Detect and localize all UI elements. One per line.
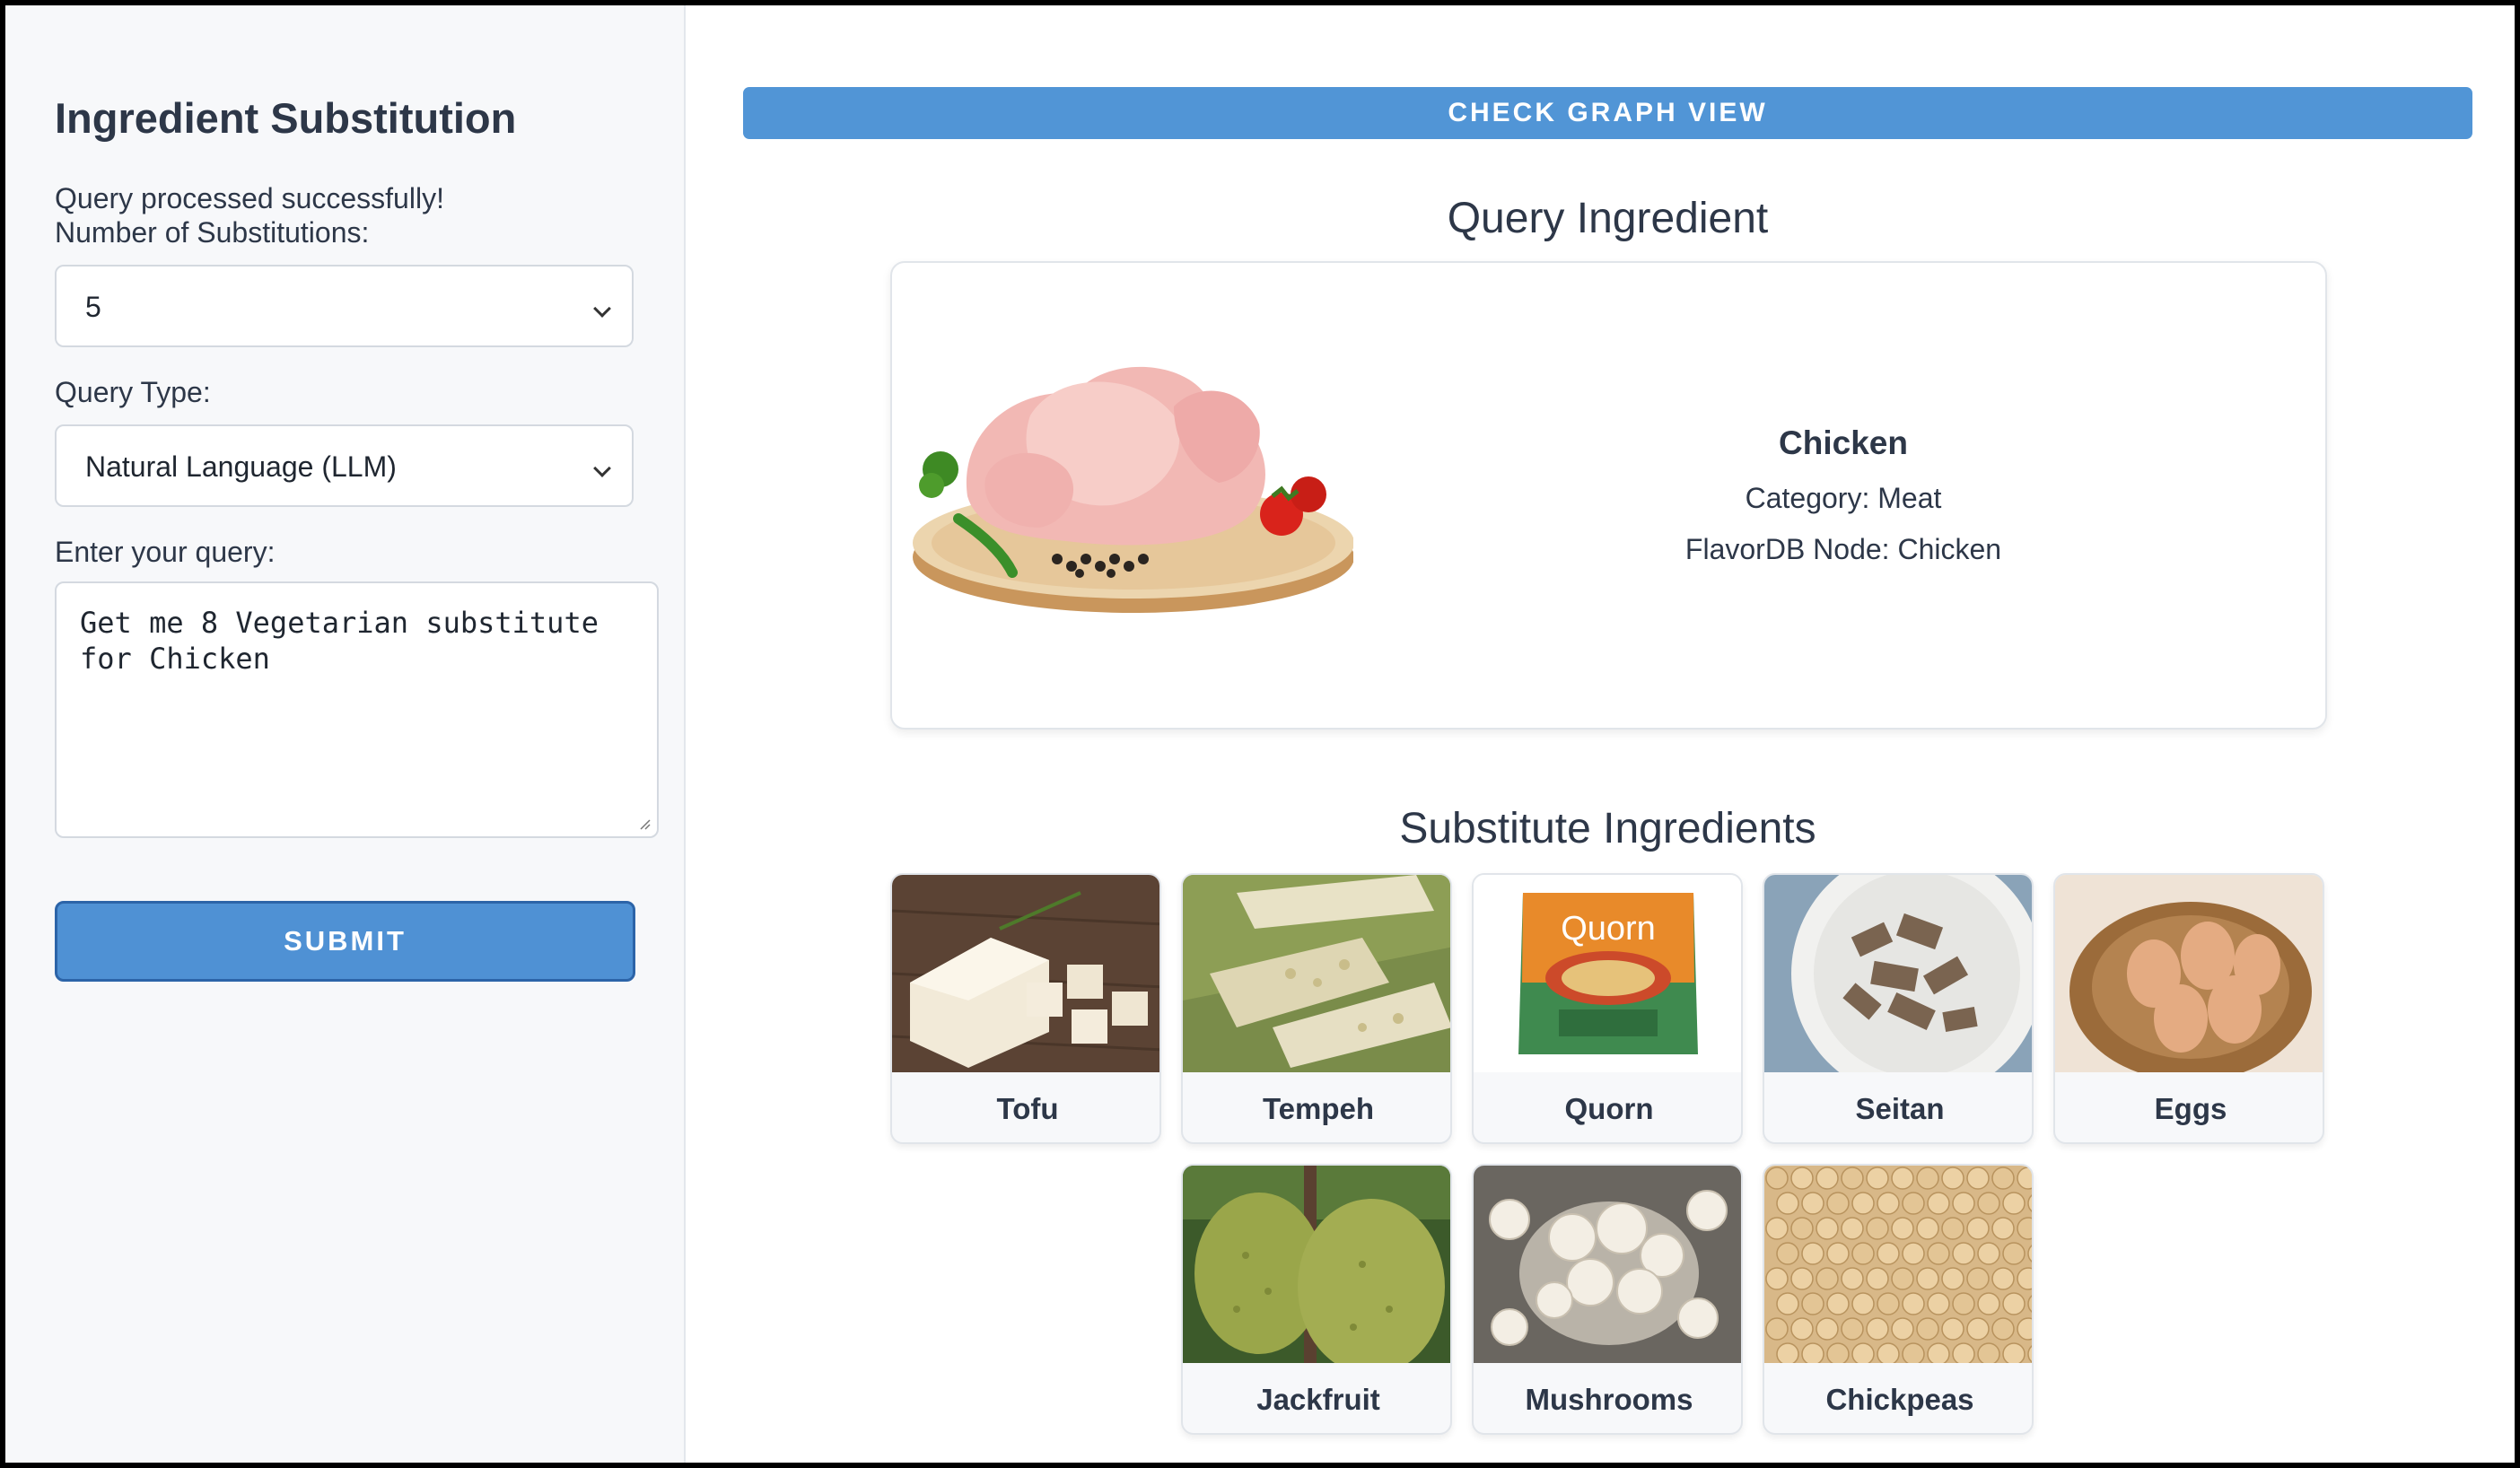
substitute-name: Chickpeas xyxy=(1825,1383,1974,1416)
query-textarea[interactable]: Get me 8 Vegetarian substitute for Chick… xyxy=(55,581,659,838)
substitute-card-seitan[interactable]: Seitan xyxy=(1763,873,2034,1144)
query-type-value: Natural Language (LLM) xyxy=(85,450,397,483)
substitute-name: Tofu xyxy=(996,1092,1059,1125)
chickpeas-image xyxy=(1764,1166,2032,1363)
substitute-name: Tempeh xyxy=(1262,1092,1375,1125)
tofu-image xyxy=(892,875,1159,1072)
eggs-image xyxy=(2055,875,2323,1072)
query-ingredient-info: Chicken Category: Meat FlavorDB Node: Ch… xyxy=(1655,424,2032,584)
quorn-image: Quorn xyxy=(1474,875,1741,1072)
substitute-card-jackfruit[interactable]: Jackfruit xyxy=(1181,1164,1452,1435)
query-ingredient-card: Chicken Category: Meat FlavorDB Node: Ch… xyxy=(890,261,2327,730)
sidebar: Ingredient Substitution Query processed … xyxy=(5,5,686,1463)
substitute-name: Quorn xyxy=(1564,1092,1654,1125)
query-ingredient-flavordb-node: FlavorDB Node: Chicken xyxy=(1684,533,2002,565)
status-area: Query processed successfully! Number of … xyxy=(55,181,444,249)
seitan-image xyxy=(1764,875,2032,1072)
chevron-down-icon xyxy=(593,300,611,318)
query-text: Get me 8 Vegetarian substitute for Chick… xyxy=(80,606,617,676)
query-ingredient-name: Chicken xyxy=(1779,424,1908,461)
quorn-brand-text: Quorn xyxy=(1561,910,1656,948)
mushrooms-image xyxy=(1474,1166,1741,1363)
substitute-name: Eggs xyxy=(2154,1092,2227,1125)
query-type-label: Query Type: xyxy=(55,376,211,408)
chevron-down-icon xyxy=(593,459,611,477)
submit-button[interactable]: SUBMIT xyxy=(55,901,635,982)
app-window: Ingredient Substitution Query processed … xyxy=(0,0,2520,1468)
substitute-card-eggs[interactable]: Eggs xyxy=(2053,873,2324,1144)
substitute-card-tempeh[interactable]: Tempeh xyxy=(1181,873,1452,1144)
chicken-image xyxy=(913,366,1353,613)
num-substitutions-label: Number of Substitutions: xyxy=(55,216,370,249)
num-substitutions-select[interactable]: 5 xyxy=(55,265,634,347)
substitute-card-chickpeas[interactable]: Chickpeas xyxy=(1763,1164,2034,1435)
query-ingredient-category: Category: Meat xyxy=(1745,482,1942,514)
substitute-name: Seitan xyxy=(1855,1092,1945,1125)
sidebar-title: Ingredient Substitution xyxy=(55,94,517,142)
substitute-card-mushrooms[interactable]: Mushrooms xyxy=(1472,1164,1743,1435)
substitute-card-tofu[interactable]: Tofu xyxy=(890,873,1161,1144)
resize-grip-icon[interactable] xyxy=(637,817,652,831)
query-label: Enter your query: xyxy=(55,536,276,568)
status-message: Query processed successfully! xyxy=(55,182,444,214)
check-graph-view-button[interactable]: CHECK GRAPH VIEW xyxy=(743,87,2472,139)
tempeh-image xyxy=(1183,875,1450,1072)
query-ingredient-heading: Query Ingredient xyxy=(1447,195,1769,242)
substitute-name: Jackfruit xyxy=(1256,1383,1380,1416)
substitute-card-quorn[interactable]: Quorn Quorn xyxy=(1472,873,1743,1144)
substitutes-heading: Substitute Ingredients xyxy=(1399,805,1816,852)
num-substitutions-value: 5 xyxy=(85,291,101,323)
jackfruit-image xyxy=(1183,1166,1450,1363)
query-type-select[interactable]: Natural Language (LLM) xyxy=(55,424,634,507)
substitute-name: Mushrooms xyxy=(1525,1383,1693,1416)
